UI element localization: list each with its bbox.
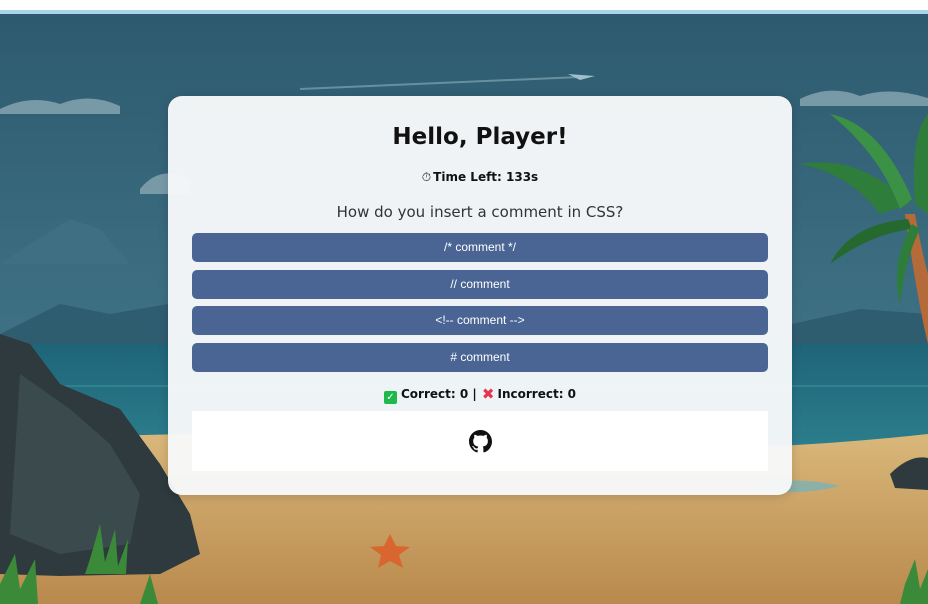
answer-option-1[interactable]: /* comment */ <box>192 233 768 262</box>
incorrect-count: Incorrect: 0 <box>497 387 577 401</box>
quiz-card: Hello, Player! ⏱ Time Left: 133s How do y… <box>168 96 792 495</box>
stopwatch-icon: ⏱ <box>421 170 432 184</box>
answer-option-4[interactable]: # comment <box>192 342 768 372</box>
footer <box>192 411 768 471</box>
question-text: How do you insert a comment in CSS? <box>336 203 624 221</box>
timer-label: Time Left: 133s <box>433 170 539 184</box>
top-strip <box>0 0 928 14</box>
greeting-title: Hello, Player! <box>392 124 568 150</box>
score-line: ✓ Correct: 0 | ✖ Incorrect: 0 <box>168 385 792 404</box>
cross-icon: ✖ <box>481 385 495 403</box>
correct-count: Correct: 0 | <box>400 387 477 401</box>
check-box-icon: ✓ <box>383 391 397 404</box>
page: Hello, Player! ⏱ Time Left: 133s How do y… <box>0 0 928 604</box>
answer-option-2[interactable]: // comment <box>192 269 768 299</box>
answer-option-3[interactable]: <!-- comment --> <box>192 306 768 335</box>
github-link[interactable] <box>469 430 492 453</box>
answer-options: /* comment */ // comment <!-- comment --… <box>192 233 768 379</box>
timer: ⏱ Time Left: 133s <box>168 170 792 185</box>
github-icon <box>469 430 492 453</box>
